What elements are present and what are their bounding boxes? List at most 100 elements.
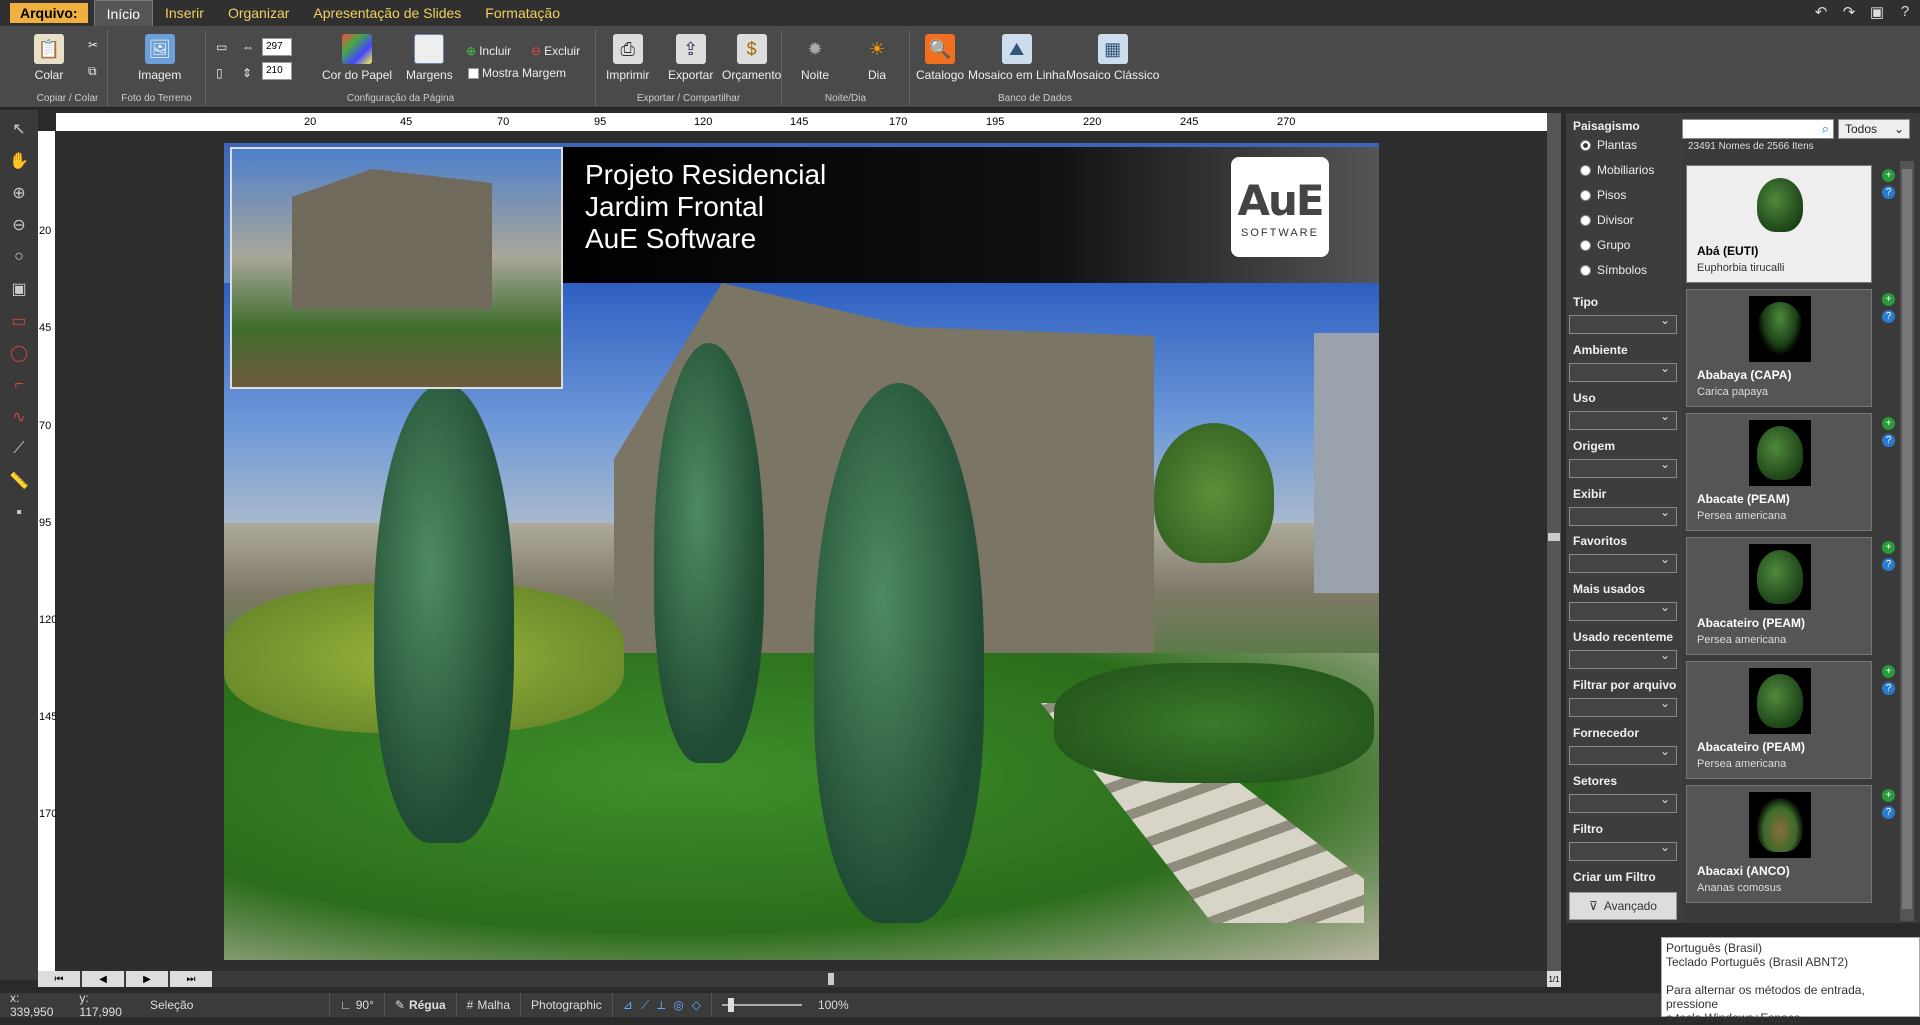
redo-icon[interactable]: ↷ (1840, 3, 1858, 21)
hand-icon[interactable]: ✋ (6, 148, 32, 174)
scroll-thumb[interactable] (1902, 169, 1912, 909)
uso-dropdown[interactable] (1569, 409, 1677, 430)
add-icon[interactable]: + (1882, 293, 1895, 306)
color-swatch-icon[interactable]: ▪ (6, 500, 32, 526)
info-icon[interactable]: ? (1882, 682, 1895, 695)
favoritos-dropdown[interactable] (1569, 552, 1677, 573)
catalog-item[interactable]: Abá (EUTI) Euphorbia tirucalli (1686, 165, 1872, 283)
zoom-icon[interactable]: ○ (6, 244, 32, 270)
pointer-icon[interactable]: ↖ (6, 116, 32, 142)
info-icon[interactable]: ? (1882, 186, 1895, 199)
catalog-scrollbar[interactable] (1900, 161, 1914, 921)
portrait-icon[interactable]: ▯ (216, 66, 223, 80)
measure-icon[interactable]: 📏 (6, 468, 32, 494)
radio-divisor[interactable]: Divisor (1580, 213, 1634, 227)
print-button[interactable]: ⎙ Imprimir (606, 34, 649, 82)
paper-color-button[interactable]: Cor do Papel (322, 34, 392, 82)
mais-usados-dropdown[interactable] (1569, 600, 1677, 621)
next-page-button[interactable]: ▶ (126, 971, 168, 987)
help-icon[interactable]: ? (1896, 3, 1914, 21)
include-button[interactable]: ⊕ Incluir (466, 44, 511, 58)
add-icon[interactable]: + (1882, 169, 1895, 182)
tab-organizar[interactable]: Organizar (216, 0, 301, 26)
scroll-thumb[interactable] (1548, 533, 1560, 541)
snap-angle-icon[interactable]: ⟂ (657, 998, 665, 1013)
cypress-tree[interactable] (654, 343, 764, 763)
zoom-track[interactable] (721, 998, 802, 1012)
catalog-button[interactable]: 🔍 Catalogo (916, 34, 964, 82)
file-menu[interactable]: Arquivo: (10, 3, 88, 23)
exibir-dropdown[interactable] (1569, 505, 1677, 526)
canvas-horizontal-scrollbar[interactable]: 1/1 (56, 971, 1561, 987)
ambiente-dropdown[interactable] (1569, 361, 1677, 382)
tab-inserir[interactable]: Inserir (153, 0, 216, 26)
catalog-item[interactable]: Abacateiro (PEAM) Persea americana (1686, 537, 1872, 655)
save-icon[interactable]: ▣ (1868, 3, 1886, 21)
copy-icon[interactable]: ⧉ (88, 64, 97, 79)
catalog-search-input[interactable]: ⌕ (1682, 119, 1834, 139)
radio-mobiliarios[interactable]: Mobiliarios (1580, 163, 1654, 177)
radio-pisos[interactable]: Pisos (1580, 188, 1626, 202)
cut-icon[interactable]: ✂ (88, 38, 98, 52)
info-icon[interactable]: ? (1882, 310, 1895, 323)
rectangle-icon[interactable]: ▭ (6, 308, 32, 334)
snap-grid-icon[interactable]: ⊿ (623, 998, 633, 1012)
add-icon[interactable]: + (1882, 541, 1895, 554)
budget-button[interactable]: $ Orçamento (722, 34, 781, 82)
drawing-canvas[interactable]: Projeto Residencial Jardim Frontal AuE S… (56, 131, 1547, 971)
filtrar-arquivo-dropdown[interactable] (1569, 696, 1677, 717)
add-icon[interactable]: + (1882, 789, 1895, 802)
info-icon[interactable]: ? (1882, 558, 1895, 571)
catalog-item[interactable]: Abacateiro (PEAM) Persea americana (1686, 661, 1872, 779)
width-input[interactable]: 297 (262, 38, 292, 56)
filtro-dropdown[interactable] (1569, 840, 1677, 861)
catalog-item[interactable]: Abacate (PEAM) Persea americana (1686, 413, 1872, 531)
info-icon[interactable]: ? (1882, 434, 1895, 447)
cypress-tree[interactable] (814, 383, 984, 923)
fornecedor-dropdown[interactable] (1569, 744, 1677, 765)
exclude-button[interactable]: ⊖ Excluir (531, 44, 580, 58)
last-page-button[interactable]: ⏭ (170, 971, 212, 987)
radio-simbolos[interactable]: Símbolos (1580, 263, 1647, 277)
polyline-icon[interactable]: ⌐ (6, 372, 32, 398)
zoom-slider[interactable]: 100% (712, 993, 859, 1017)
snap-center-icon[interactable]: ◎ (673, 998, 683, 1012)
snap-line-icon[interactable]: ⟋ (641, 998, 649, 1013)
image-button[interactable]: 🖼 Imagem (138, 34, 181, 82)
slide-page[interactable]: Projeto Residencial Jardim Frontal AuE S… (224, 143, 1379, 960)
catalog-item[interactable]: Abacaxi (ANCO) Ananas comosus (1686, 785, 1872, 903)
tipo-dropdown[interactable] (1569, 313, 1677, 334)
cypress-tree[interactable] (374, 383, 514, 843)
snap-node-icon[interactable]: ◇ (692, 998, 701, 1012)
setores-dropdown[interactable] (1569, 792, 1677, 813)
height-input[interactable]: 210 (262, 62, 292, 80)
zoom-out-icon[interactable]: ⊖ (6, 212, 32, 238)
catalog-item[interactable]: Ababaya (CAPA) Carica papaya (1686, 289, 1872, 407)
radio-plantas[interactable]: Plantas (1580, 138, 1637, 152)
terrain-photo-inset[interactable] (230, 147, 563, 389)
info-icon[interactable]: ? (1882, 806, 1895, 819)
wall-vine[interactable] (1154, 423, 1274, 563)
add-icon[interactable]: + (1882, 665, 1895, 678)
online-mosaic-button[interactable]: ⛰ Mosaico em Linha (968, 34, 1065, 82)
add-icon[interactable]: + (1882, 417, 1895, 430)
classic-mosaic-button[interactable]: ▦ Mosaico Clássico (1066, 34, 1159, 82)
select-area-icon[interactable]: ▣ (6, 276, 32, 302)
scope-dropdown[interactable]: Todos ⌄ (1838, 119, 1910, 139)
radio-grupo[interactable]: Grupo (1580, 238, 1630, 252)
advanced-button[interactable]: ⊽ Avançado (1569, 892, 1677, 920)
tab-inicio[interactable]: Início (93, 0, 154, 26)
usado-recentemente-dropdown[interactable] (1569, 648, 1677, 669)
margins-button[interactable]: Margens (406, 34, 453, 82)
zoom-thumb[interactable] (727, 998, 734, 1012)
landscape-icon[interactable]: ▭ (216, 40, 227, 54)
canvas-vertical-scrollbar[interactable] (1547, 113, 1561, 971)
night-button[interactable]: ✹ Noite (800, 34, 830, 83)
show-margin-checkbox[interactable]: Mostra Margem (468, 66, 566, 80)
search-icon[interactable]: ⌕ (1822, 121, 1829, 137)
paste-button[interactable]: 📋 Colar (34, 34, 64, 82)
angle-control[interactable]: ∟ 90° (330, 993, 385, 1017)
eyedropper-icon[interactable]: ⟋ (6, 436, 32, 462)
zoom-in-icon[interactable]: ⊕ (6, 180, 32, 206)
render-style[interactable]: Photographic (521, 993, 613, 1017)
